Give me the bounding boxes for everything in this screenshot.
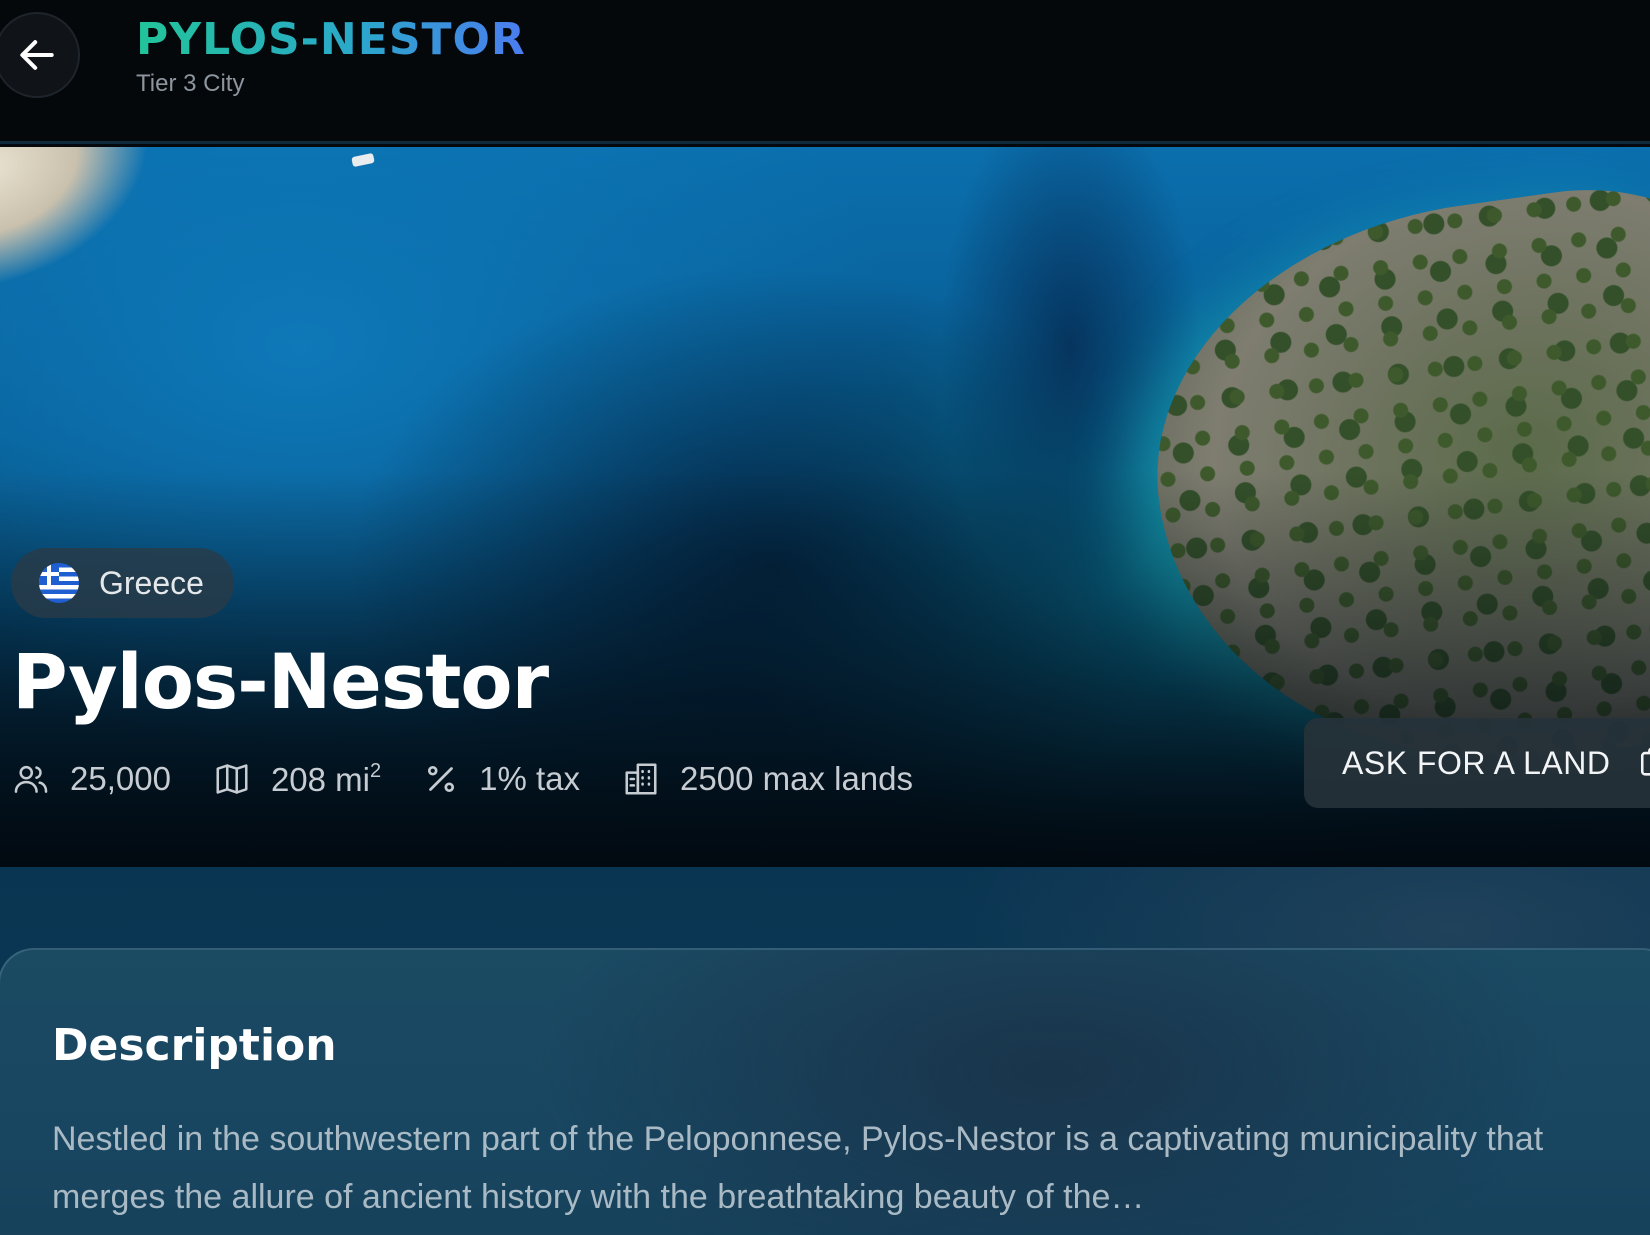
- description-card: Description Nestled in the southwestern …: [0, 948, 1650, 1235]
- city-name: Pylos-Nestor: [12, 637, 549, 726]
- back-button[interactable]: [0, 12, 80, 98]
- header-title: PYLOS-NESTOR: [136, 14, 526, 65]
- ask-for-land-button[interactable]: ASK FOR A LAND: [1304, 718, 1650, 808]
- copy-icon: [1641, 748, 1650, 776]
- country-name: Greece: [99, 564, 204, 601]
- description-title: Description: [52, 1020, 337, 1071]
- map-icon: [216, 764, 248, 794]
- building-icon: [625, 763, 657, 795]
- country-chip[interactable]: Greece: [11, 548, 234, 618]
- city-stats: 25,000 208 mi2 1% tax 2500 max lands: [12, 757, 955, 801]
- population-value: 25,000: [70, 760, 171, 797]
- stat-tax: 1% tax: [423, 760, 580, 798]
- tax-value: 1% tax: [479, 760, 581, 797]
- users-icon: [14, 765, 48, 793]
- area-exponent: 2: [370, 759, 382, 782]
- area-value: 208 mi2: [271, 760, 381, 799]
- top-header: PYLOS-NESTOR Tier 3 City: [0, 0, 1650, 144]
- stat-area: 208 mi2: [213, 760, 381, 799]
- content-section: Description Nestled in the southwestern …: [0, 867, 1650, 1235]
- stat-max-lands: 2500 max lands: [622, 760, 913, 798]
- greece-flag-icon: [39, 563, 79, 603]
- city-page: PYLOS-NESTOR Tier 3 City Greece Pylos-Ne…: [0, 0, 1650, 1235]
- header-subtitle: Tier 3 City: [136, 70, 245, 97]
- stat-population: 25,000: [12, 760, 171, 798]
- description-text: Nestled in the southwestern part of the …: [52, 1120, 1544, 1216]
- max-lands-value: 2500 max lands: [680, 760, 913, 797]
- ask-for-land-label: ASK FOR A LAND: [1342, 744, 1611, 781]
- arrow-left-icon: [20, 40, 54, 70]
- area-number: 208 mi: [270, 760, 370, 798]
- hero-banner: Greece Pylos-Nestor 25,000 208 mi2 1% ta…: [0, 147, 1650, 867]
- percent-icon: [428, 765, 455, 793]
